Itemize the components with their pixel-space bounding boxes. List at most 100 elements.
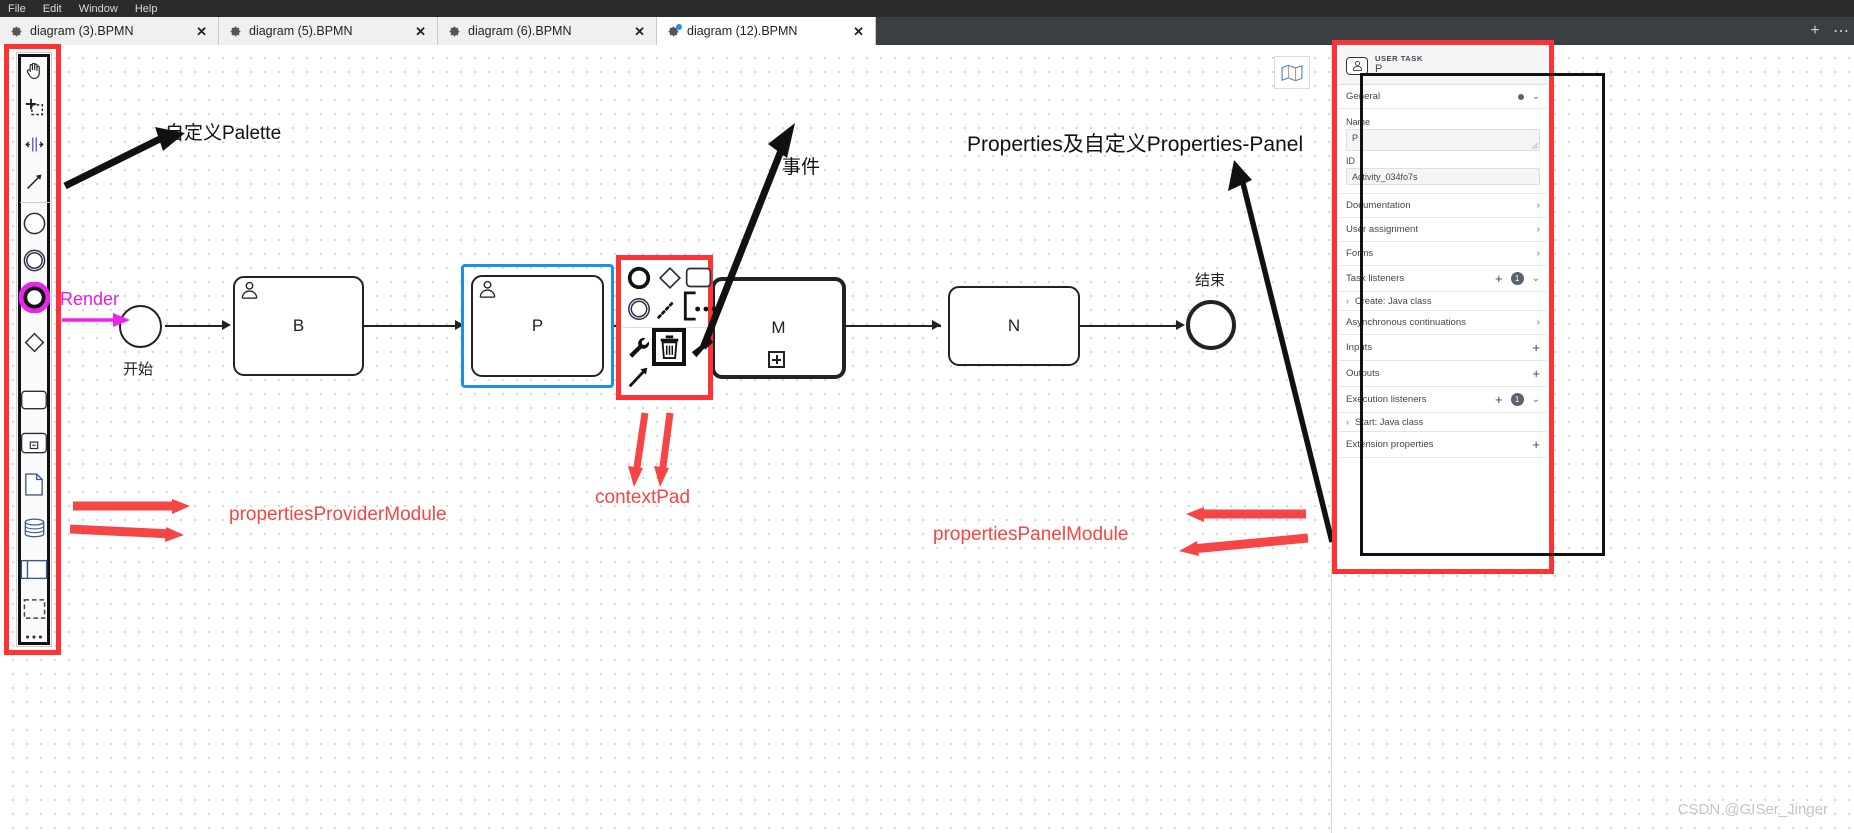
add-execution-listener-button[interactable]: + bbox=[1495, 393, 1503, 406]
subprocess-icon[interactable] bbox=[18, 424, 50, 461]
properties-panel-header: USER TASK P bbox=[1339, 47, 1547, 85]
context-pad-highlight-box bbox=[616, 255, 717, 400]
group-documentation[interactable]: Documentation › bbox=[1339, 194, 1547, 218]
element-type-label: USER TASK bbox=[1375, 53, 1423, 63]
more-options-icon[interactable] bbox=[689, 293, 720, 324]
add-task-listener-button[interactable]: + bbox=[1495, 272, 1503, 285]
delete-icon[interactable] bbox=[652, 328, 686, 366]
lasso-tool-icon[interactable] bbox=[18, 89, 50, 126]
watermark: CSDN @GISer_Jinger bbox=[1677, 801, 1828, 818]
add-output-button[interactable]: + bbox=[1532, 367, 1540, 380]
set-color-icon[interactable] bbox=[685, 332, 716, 363]
group-user-assignment[interactable]: User assignment › bbox=[1339, 218, 1547, 242]
hand-tool-icon[interactable] bbox=[18, 52, 50, 89]
tab-diagram-5[interactable]: diagram (5).BPMN ✕ bbox=[219, 17, 438, 45]
data-object-icon[interactable] bbox=[18, 466, 50, 503]
group-inputs[interactable]: Inputs + bbox=[1339, 335, 1547, 361]
chevron-right-icon[interactable]: › bbox=[1537, 200, 1540, 211]
map-icon[interactable] bbox=[1274, 56, 1310, 89]
group-task-listeners[interactable]: Task listeners + 1 ⌄ bbox=[1339, 266, 1547, 292]
shape-start-event[interactable] bbox=[119, 305, 162, 348]
tab-diagram-3[interactable]: diagram (3).BPMN ✕ bbox=[0, 17, 219, 45]
chevron-down-icon[interactable]: ⌄ bbox=[1532, 394, 1540, 405]
group-extension-properties[interactable]: Extension properties + bbox=[1339, 432, 1547, 458]
global-connect-tool-icon[interactable] bbox=[18, 163, 50, 200]
flow-m-to-n[interactable] bbox=[846, 325, 941, 327]
group-execution-listeners[interactable]: Execution listeners + 1 ⌄ bbox=[1339, 387, 1547, 413]
end-event-icon-highlighted[interactable] bbox=[18, 279, 50, 316]
new-tab-button[interactable]: + bbox=[1802, 17, 1828, 45]
execution-listener-entry[interactable]: › Start: Java class bbox=[1339, 413, 1547, 432]
group-user-assignment-label: User assignment bbox=[1346, 224, 1418, 235]
group-async-continuations-label: Asynchronous continuations bbox=[1346, 317, 1466, 328]
more-icon[interactable] bbox=[18, 618, 50, 655]
append-intermediate-event-icon[interactable] bbox=[623, 293, 654, 324]
tabbar-more-button[interactable]: ⋯ bbox=[1828, 17, 1854, 45]
connect-arrow-icon[interactable] bbox=[623, 361, 654, 392]
id-field-label: ID bbox=[1346, 156, 1355, 166]
shape-task-n[interactable]: N bbox=[948, 286, 1080, 366]
shape-label-p: P bbox=[531, 316, 544, 335]
tab-label: diagram (12).BPMN bbox=[687, 24, 798, 38]
flow-arrow bbox=[932, 320, 941, 330]
chevron-right-icon[interactable]: › bbox=[1537, 224, 1540, 235]
id-input[interactable]: Activity_034fo7s bbox=[1346, 168, 1540, 185]
subprocess-expand-icon[interactable] bbox=[768, 351, 785, 368]
execution-listener-entry-label: Start: Java class bbox=[1355, 417, 1424, 427]
chevron-down-icon[interactable]: ⌄ bbox=[1532, 91, 1540, 102]
menu-item-help[interactable]: Help bbox=[135, 3, 158, 15]
group-async-continuations[interactable]: Asynchronous continuations › bbox=[1339, 311, 1547, 335]
flow-arrow bbox=[1176, 320, 1185, 330]
space-tool-icon[interactable] bbox=[18, 126, 50, 163]
chevron-down-icon[interactable]: ⌄ bbox=[1532, 273, 1540, 284]
name-input[interactable]: P bbox=[1346, 129, 1540, 151]
properties-panel[interactable]: USER TASK P General ⌄ Name P ID Activity… bbox=[1339, 47, 1547, 567]
close-icon[interactable]: ✕ bbox=[853, 25, 864, 38]
user-task-icon bbox=[1346, 56, 1368, 75]
group-general[interactable]: General ⌄ bbox=[1339, 85, 1547, 109]
group-task-listeners-label: Task listeners bbox=[1346, 273, 1405, 284]
menu-item-window[interactable]: Window bbox=[79, 3, 118, 15]
data-store-icon[interactable] bbox=[18, 509, 50, 546]
execution-listeners-count-badge: 1 bbox=[1510, 393, 1524, 406]
close-icon[interactable]: ✕ bbox=[196, 25, 207, 38]
group-documentation-label: Documentation bbox=[1346, 200, 1411, 211]
participant-icon[interactable] bbox=[18, 551, 50, 588]
append-task-icon[interactable] bbox=[683, 262, 714, 293]
chevron-right-icon[interactable]: › bbox=[1537, 248, 1540, 259]
start-event-icon[interactable] bbox=[18, 205, 50, 242]
chevron-right-icon[interactable]: › bbox=[1346, 296, 1349, 306]
menu-item-edit[interactable]: Edit bbox=[43, 3, 62, 15]
task-icon[interactable] bbox=[18, 381, 50, 418]
close-icon[interactable]: ✕ bbox=[634, 25, 645, 38]
group-outputs[interactable]: Outputs + bbox=[1339, 361, 1547, 387]
chevron-right-icon[interactable]: › bbox=[1537, 317, 1540, 328]
intermediate-event-icon[interactable] bbox=[18, 242, 50, 279]
shape-end-event[interactable] bbox=[1186, 300, 1236, 350]
flow-n-to-end[interactable] bbox=[1080, 325, 1180, 327]
close-icon[interactable]: ✕ bbox=[415, 25, 426, 38]
tab-diagram-12[interactable]: diagram (12).BPMN ✕ bbox=[657, 17, 876, 45]
task-listener-entry[interactable]: › Create: Java class bbox=[1339, 292, 1547, 311]
group-forms[interactable]: Forms › bbox=[1339, 242, 1547, 266]
chevron-right-icon[interactable]: › bbox=[1346, 417, 1349, 427]
menu-bar: File Edit Window Help bbox=[0, 0, 1854, 17]
add-extension-property-button[interactable]: + bbox=[1532, 438, 1540, 451]
resize-grip-icon[interactable] bbox=[1532, 143, 1538, 149]
gateway-icon[interactable] bbox=[18, 324, 50, 361]
wrench-icon[interactable] bbox=[623, 332, 654, 363]
task-listener-entry-label: Create: Java class bbox=[1355, 296, 1432, 306]
id-input-value: Activity_034fo7s bbox=[1352, 171, 1418, 182]
tab-diagram-6[interactable]: diagram (6).BPMN ✕ bbox=[438, 17, 657, 45]
append-end-event-icon[interactable] bbox=[623, 262, 654, 293]
menu-item-file[interactable]: File bbox=[8, 3, 26, 15]
flow-b-to-p[interactable] bbox=[364, 325, 457, 327]
task-listeners-count-badge: 1 bbox=[1510, 272, 1524, 285]
flow-arrow bbox=[222, 320, 231, 330]
modified-dot-icon bbox=[1517, 93, 1524, 100]
append-gateway-icon[interactable] bbox=[654, 262, 685, 293]
bpmn-canvas[interactable] bbox=[0, 45, 1331, 833]
group-execution-listeners-label: Execution listeners bbox=[1346, 394, 1427, 405]
flow-start-to-b[interactable] bbox=[165, 325, 223, 327]
add-input-button[interactable]: + bbox=[1532, 341, 1540, 354]
